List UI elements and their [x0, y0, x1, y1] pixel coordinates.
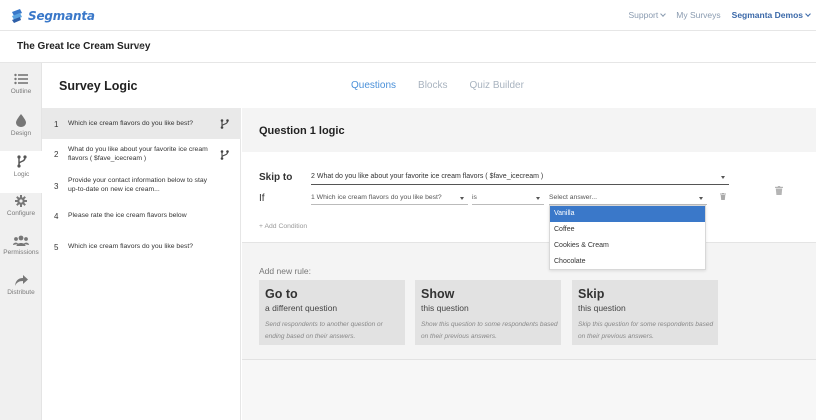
- skip-to-select[interactable]: 2 What do you like about your favorite i…: [311, 170, 729, 185]
- rule-subtitle: this question: [421, 303, 469, 313]
- caret-down-icon: [460, 197, 464, 200]
- sidebar-label-outline: Outline: [10, 88, 32, 95]
- my-surveys-link[interactable]: My Surveys: [676, 10, 720, 20]
- sidebar-item-logic[interactable]: Logic: [0, 151, 43, 193]
- chevron-down-icon: [805, 11, 811, 17]
- sidebar-label-permissions: Permissions: [3, 249, 39, 256]
- share-icon: [14, 275, 28, 286]
- answer-option-coffee[interactable]: Coffee: [550, 222, 705, 238]
- condition-question-select[interactable]: 1 Which ice cream flavors do you like be…: [311, 192, 468, 205]
- top-nav: Segmanta Support My Surveys Segmanta Dem…: [0, 0, 816, 31]
- if-label: If: [259, 193, 265, 204]
- caret-down-icon: [699, 197, 703, 200]
- question-number: 1: [54, 120, 59, 129]
- question-item-3[interactable]: 3 Provide your contact information below…: [42, 174, 241, 202]
- delete-condition-trash-icon[interactable]: [720, 193, 726, 200]
- question-text: Which ice cream flavors do you like best…: [68, 243, 194, 250]
- question-list: 1 Which ice cream flavors do you like be…: [42, 108, 241, 420]
- answer-option-vanilla[interactable]: Vanilla: [550, 206, 705, 222]
- segmanta-logo[interactable]: Segmanta: [9, 7, 95, 25]
- list-icon: [14, 73, 28, 85]
- condition-answer-placeholder: Select answer...: [549, 194, 597, 201]
- sidebar-label-configure: Configure: [6, 210, 36, 217]
- sidebar-label-logic: Logic: [13, 171, 30, 178]
- answer-option-chocolate[interactable]: Chocolate: [550, 254, 705, 270]
- rule-card-go-to[interactable]: Go to a different question Send responde…: [259, 280, 405, 345]
- question-number: 5: [54, 243, 59, 252]
- users-icon: [13, 235, 29, 246]
- answer-option-cookies-cream[interactable]: Cookies & Cream: [550, 238, 705, 254]
- skip-to-label: Skip to: [259, 172, 293, 183]
- condition-operator-value: is: [472, 194, 477, 201]
- page-title: Survey Logic: [59, 79, 138, 93]
- question-number: 3: [54, 182, 59, 191]
- answer-dropdown-menu: Vanilla Coffee Cookies & Cream Chocolate: [549, 205, 706, 270]
- account-label: Segmanta Demos: [731, 10, 803, 20]
- rule-description: Show this question to some respondents b…: [421, 321, 558, 340]
- question-item-5[interactable]: 5 Which ice cream flavors do you like be…: [42, 237, 241, 257]
- account-menu[interactable]: Segmanta Demos: [731, 10, 811, 20]
- gear-icon: [15, 195, 27, 207]
- question-item-1[interactable]: 1 Which ice cream flavors do you like be…: [42, 108, 241, 139]
- page-header: Survey Logic Questions Blocks Quiz Build…: [42, 63, 816, 108]
- logic-rule-card: Skip to 2 What do you like about your fa…: [242, 152, 816, 243]
- question-text: What do you like about your favorite ice…: [68, 146, 208, 162]
- rule-subtitle: this question: [578, 303, 626, 313]
- add-condition-button[interactable]: + Add Condition: [259, 223, 307, 230]
- logic-tabs: Questions Blocks Quiz Builder: [351, 80, 546, 91]
- sidebar-label-distribute: Distribute: [7, 289, 35, 296]
- rule-card-show[interactable]: Show this question Show this question to…: [415, 280, 561, 345]
- condition-answer-select[interactable]: Select answer...: [549, 192, 707, 205]
- survey-title-bar: The Great Ice Cream Survey ✎: [0, 31, 816, 63]
- branch-icon: [220, 150, 229, 160]
- logic-title: Question 1 logic: [259, 125, 345, 137]
- panel-footer-area: [242, 360, 816, 420]
- add-new-rule-heading: Add new rule:: [259, 266, 311, 276]
- skip-to-value: 2 What do you like about your favorite i…: [311, 173, 544, 180]
- rule-title: Go to: [265, 287, 298, 301]
- tab-questions[interactable]: Questions: [351, 80, 396, 91]
- branch-icon: [220, 119, 229, 129]
- survey-title: The Great Ice Cream Survey: [17, 41, 151, 52]
- question-number: 4: [54, 212, 59, 221]
- logo-mark-icon: [12, 9, 22, 23]
- left-sidebar: Outline Design Logic Configure Permissio…: [0, 63, 43, 420]
- question-text: Provide your contact information below t…: [68, 177, 208, 193]
- sidebar-item-configure[interactable]: Configure: [0, 195, 42, 235]
- question-item-2[interactable]: 2 What do you like about your favorite i…: [42, 142, 241, 170]
- logo-text: Segmanta: [28, 9, 95, 23]
- question-number: 2: [54, 150, 59, 159]
- condition-question-value: 1 Which ice cream flavors do you like be…: [311, 194, 442, 201]
- question-text: Please rate the ice cream flavors below: [68, 212, 187, 219]
- sidebar-item-distribute[interactable]: Distribute: [0, 275, 42, 315]
- rule-title: Show: [421, 287, 455, 301]
- rule-title: Skip: [578, 287, 605, 301]
- rule-description: Skip this question for some respondents …: [578, 321, 714, 340]
- question-item-4[interactable]: 4 Please rate the ice cream flavors belo…: [42, 206, 241, 226]
- rule-subtitle: a different question: [265, 303, 338, 313]
- support-menu[interactable]: Support: [628, 10, 667, 20]
- edit-pencil-icon[interactable]: ✎: [136, 43, 143, 52]
- logic-panel: Question 1 logic Skip to 2 What do you l…: [242, 108, 816, 420]
- droplet-icon: [16, 114, 26, 127]
- sidebar-item-permissions[interactable]: Permissions: [0, 235, 42, 275]
- caret-down-icon: [721, 176, 725, 179]
- tab-blocks[interactable]: Blocks: [418, 80, 447, 91]
- rule-description: Send respondents to another question or …: [265, 321, 383, 340]
- condition-operator-select[interactable]: is: [472, 192, 544, 205]
- sidebar-item-outline[interactable]: Outline: [0, 73, 42, 113]
- sidebar-item-design[interactable]: Design: [0, 114, 42, 154]
- caret-down-icon: [536, 197, 540, 200]
- rule-card-skip[interactable]: Skip this question Skip this question fo…: [572, 280, 718, 345]
- tab-quiz-builder[interactable]: Quiz Builder: [469, 80, 523, 91]
- sidebar-label-design: Design: [10, 130, 32, 137]
- logic-header: Question 1 logic: [242, 108, 816, 152]
- support-label: Support: [628, 10, 659, 20]
- delete-rule-trash-icon[interactable]: [775, 186, 783, 195]
- branch-icon: [16, 155, 27, 168]
- question-text: Which ice cream flavors do you like best…: [68, 120, 194, 127]
- chevron-down-icon: [660, 11, 667, 17]
